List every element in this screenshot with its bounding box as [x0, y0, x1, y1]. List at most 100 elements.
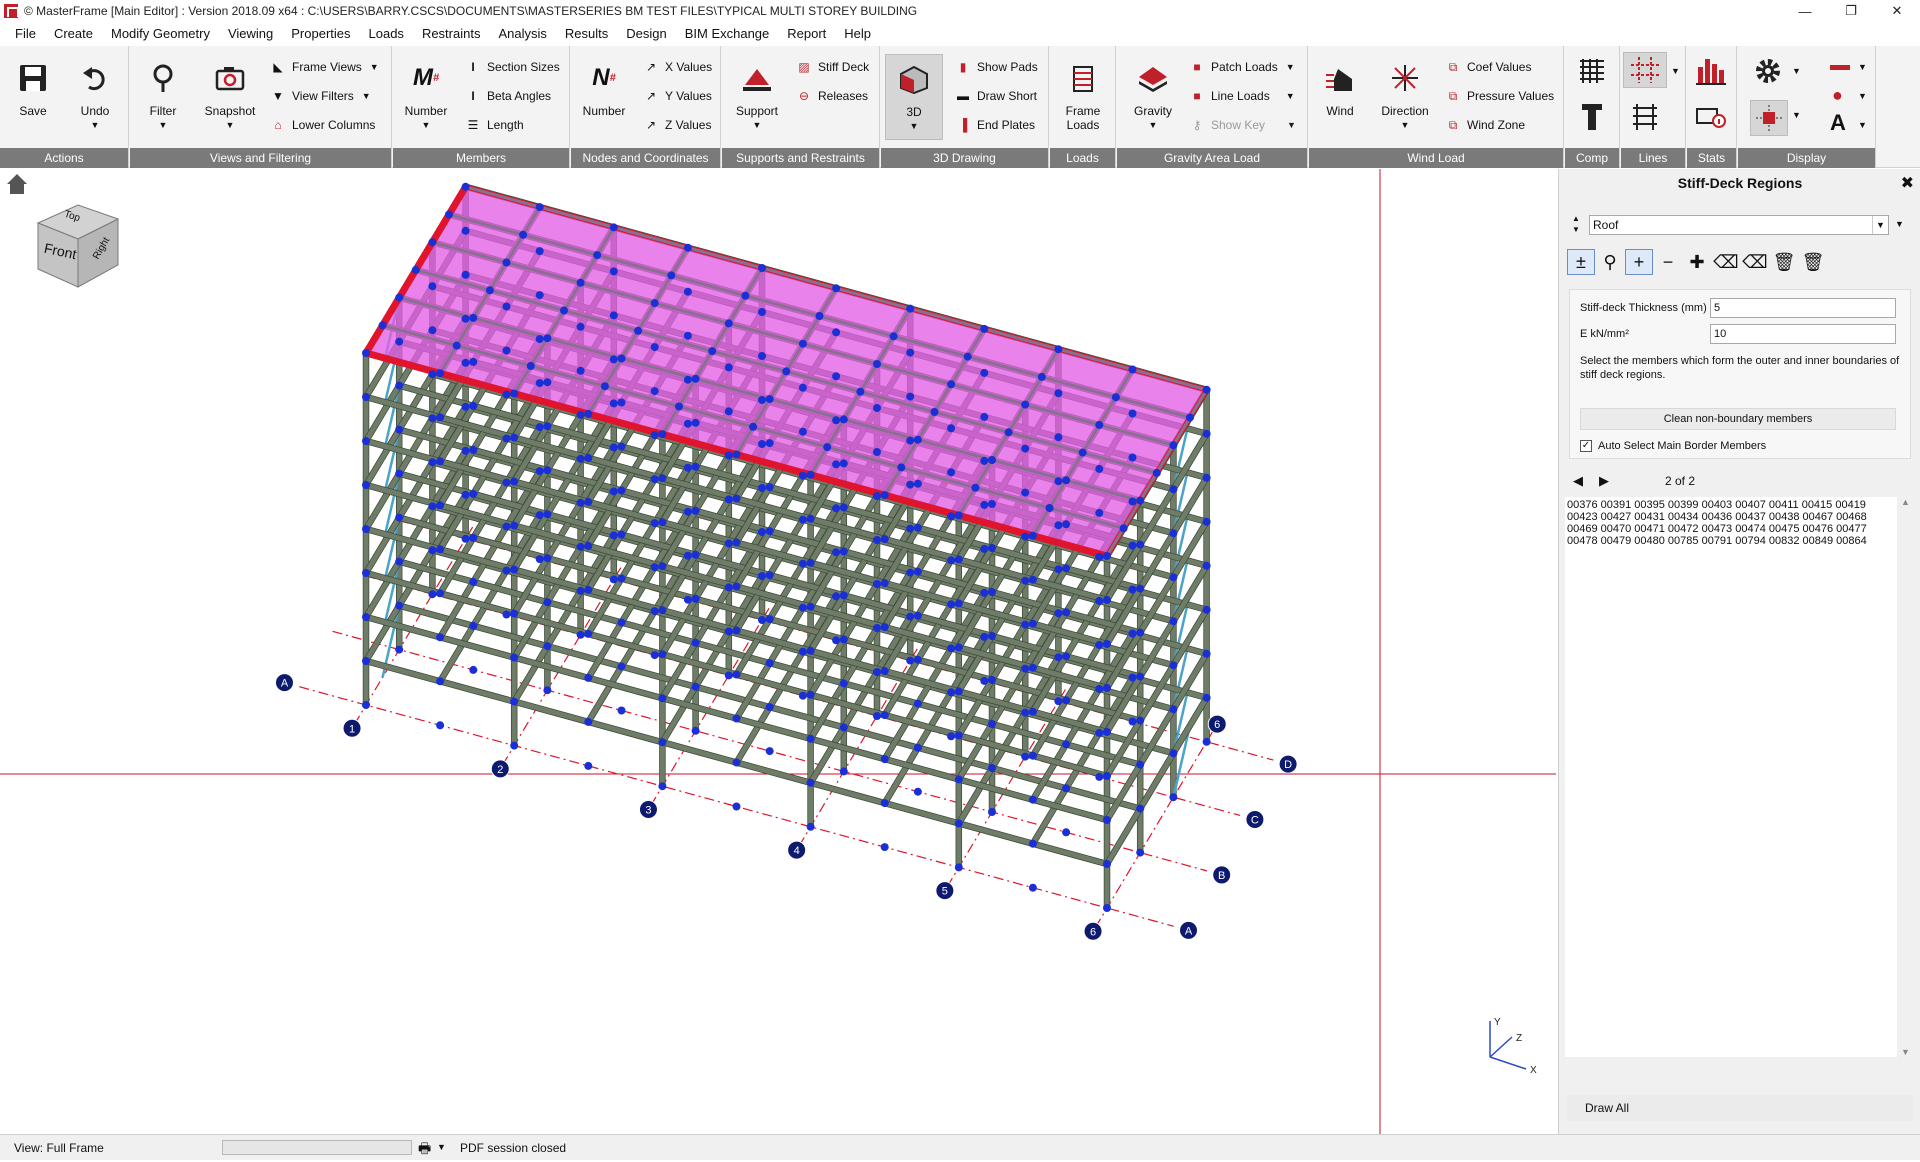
wind-button[interactable]: Wind [1313, 54, 1367, 138]
y-values-button[interactable]: ↗ Y Values [641, 85, 712, 107]
wind-zone-button[interactable]: ⧉ Wind Zone [1443, 114, 1525, 136]
view-filters-dropdown-icon[interactable]: ▼ [362, 91, 371, 101]
snapshot-button[interactable]: Snapshot ▼ [200, 54, 260, 138]
stats-chart-button[interactable] [1695, 54, 1729, 88]
save-button[interactable]: Save [6, 54, 60, 138]
z-values-button[interactable]: ↗ Z Values [641, 114, 712, 136]
show-key-button[interactable]: ⚷ Show Key ▼ [1187, 114, 1296, 136]
line-loads-dropdown-icon[interactable]: ▼ [1286, 91, 1295, 101]
chevron-down-icon[interactable]: ▼ [1872, 216, 1888, 234]
filter-button[interactable]: Filter ▼ [136, 54, 190, 138]
scroll-down-icon[interactable]: ▼ [1901, 1047, 1910, 1057]
gravity-button[interactable]: Gravity ▼ [1123, 54, 1183, 138]
restore-button[interactable]: ❐ [1828, 0, 1874, 22]
stats-info-button[interactable] [1695, 104, 1729, 132]
member-list[interactable]: 00376 00391 00395 00399 00403 00407 0041… [1565, 497, 1897, 1057]
plus-minus-toggle-icon[interactable]: ± [1567, 249, 1595, 275]
next-page-icon[interactable]: ▶ [1599, 473, 1625, 489]
colour-dropdown-icon[interactable]: ▼ [1858, 85, 1867, 107]
lines-dropdown-icon[interactable]: ▼ [1671, 60, 1680, 82]
menu-viewing[interactable]: Viewing [219, 22, 282, 46]
patch-loads-dropdown-icon[interactable]: ▼ [1286, 62, 1295, 72]
filter-dropdown-icon[interactable]: ▼ [136, 120, 190, 130]
settings-dropdown-icon[interactable]: ▼ [1792, 60, 1801, 82]
menu-properties[interactable]: Properties [282, 22, 359, 46]
undo-button[interactable]: Undo ▼ [68, 54, 122, 138]
scroll-up-icon[interactable]: ▲ [1901, 497, 1910, 507]
panel-close-icon[interactable]: ✖ [1901, 173, 1914, 193]
colour-button[interactable]: ● [1832, 84, 1856, 106]
menu-file[interactable]: File [6, 22, 45, 46]
patch-loads-button[interactable]: ■ Patch Loads ▼ [1187, 56, 1295, 78]
printer-icon[interactable]: 🖶 [418, 1138, 431, 1162]
snapshot-dropdown-icon[interactable]: ▼ [200, 120, 260, 130]
direction-button[interactable]: Direction ▼ [1375, 54, 1435, 138]
direction-dropdown-icon[interactable]: ▼ [1375, 120, 1435, 130]
printer-dropdown-icon[interactable]: ▼ [437, 1142, 446, 1152]
menu-report[interactable]: Report [778, 22, 835, 46]
view-filters-button[interactable]: ▼ View Filters ▼ [268, 85, 371, 107]
home-view-icon[interactable] [6, 173, 28, 195]
eraser-icon[interactable]: ⌫ [1712, 249, 1740, 275]
close-window-button[interactable]: ✕ [1874, 0, 1920, 22]
member-number-dropdown-icon[interactable]: ▼ [399, 120, 453, 130]
line-style-dropdown-icon[interactable]: ▼ [1858, 56, 1867, 78]
releases-button[interactable]: ⊖ Releases [794, 85, 868, 107]
node-number-button[interactable]: N # Number [577, 54, 631, 138]
line-style-button[interactable] [1830, 56, 1854, 78]
draw-short-button[interactable]: ▬ Draw Short [953, 85, 1037, 107]
3d-button[interactable]: 3D ▼ [885, 54, 943, 140]
pressure-values-button[interactable]: ⧉ Pressure Values [1443, 85, 1554, 107]
settings-button[interactable] [1752, 54, 1786, 88]
region-select[interactable]: Roof ▼ [1589, 215, 1889, 235]
menu-modify-geometry[interactable]: Modify Geometry [102, 22, 219, 46]
menu-loads[interactable]: Loads [360, 22, 413, 46]
member-number-button[interactable]: M # Number ▼ [399, 54, 453, 138]
x-values-button[interactable]: ↗ X Values [641, 56, 712, 78]
beta-angles-button[interactable]: I Beta Angles [463, 85, 551, 107]
section-sizes-button[interactable]: I Section Sizes [463, 56, 559, 78]
remove-members-icon[interactable]: − [1654, 249, 1682, 275]
menu-analysis[interactable]: Analysis [489, 22, 555, 46]
show-pads-button[interactable]: ▮ Show Pads [953, 56, 1038, 78]
draw-all-button[interactable]: Draw All [1567, 1095, 1913, 1121]
gravity-dropdown-icon[interactable]: ▼ [1123, 120, 1183, 130]
undo-dropdown-icon[interactable]: ▼ [68, 120, 122, 130]
stiff-deck-button[interactable]: ▨ Stiff Deck [794, 56, 869, 78]
menu-design[interactable]: Design [617, 22, 675, 46]
frame-3d-drawing[interactable]: 1 2 3 4 5 6 6 A B C D A Y Z X [0, 169, 1556, 1134]
trash-all-icon[interactable]: 🗑 [1799, 249, 1827, 275]
model-viewport[interactable]: 1 2 3 4 5 6 6 A B C D A Y Z X Top Front Right [0, 169, 1556, 1134]
line-loads-button[interactable]: ■ Line Loads ▼ [1187, 85, 1295, 107]
menu-bim-exchange[interactable]: BIM Exchange [676, 22, 779, 46]
text-size-dropdown-icon[interactable]: ▼ [1858, 114, 1867, 136]
zoom-magnifier-icon[interactable]: ⚲ [1596, 249, 1624, 275]
support-dropdown-icon[interactable]: ▼ [728, 120, 786, 130]
support-button[interactable]: Support ▼ [728, 54, 786, 138]
member-list-scrollbar[interactable]: ▲ ▼ [1899, 497, 1915, 1057]
3d-dropdown-icon[interactable]: ▼ [886, 121, 942, 131]
frame-loads-button[interactable]: Frame Loads [1056, 54, 1110, 138]
region-spinner[interactable]: ▲ ▼ [1569, 213, 1583, 235]
coef-values-button[interactable]: ⧉ Coef Values [1443, 56, 1532, 78]
add-region-icon[interactable]: ✚ [1683, 249, 1711, 275]
minimize-button[interactable]: — [1782, 0, 1828, 22]
eraser-filled-icon[interactable]: ⌫ [1741, 249, 1769, 275]
auto-select-checkbox[interactable]: ✓ Auto Select Main Border Members [1580, 440, 1766, 452]
menu-help[interactable]: Help [835, 22, 880, 46]
node-display-button[interactable] [1750, 100, 1788, 136]
menu-restraints[interactable]: Restraints [413, 22, 490, 46]
lower-columns-button[interactable]: ⌂ Lower Columns [268, 114, 375, 136]
comp-column-button[interactable] [1579, 102, 1609, 132]
end-plates-button[interactable]: ▐ End Plates [953, 114, 1035, 136]
show-key-dropdown-icon[interactable]: ▼ [1287, 120, 1296, 130]
length-button[interactable]: ☰ Length [463, 114, 524, 136]
menu-results[interactable]: Results [556, 22, 617, 46]
e-modulus-field[interactable]: 10 [1710, 324, 1896, 344]
previous-page-icon[interactable]: ◀ [1573, 473, 1599, 489]
clean-non-boundary-button[interactable]: Clean non-boundary members [1580, 408, 1896, 430]
frame-views-button[interactable]: ◣ Frame Views ▼ [268, 56, 378, 78]
text-size-button[interactable]: A [1830, 110, 1854, 135]
thickness-field[interactable]: 5 [1710, 298, 1896, 318]
view-cube[interactable]: Top Front Right [34, 199, 124, 291]
